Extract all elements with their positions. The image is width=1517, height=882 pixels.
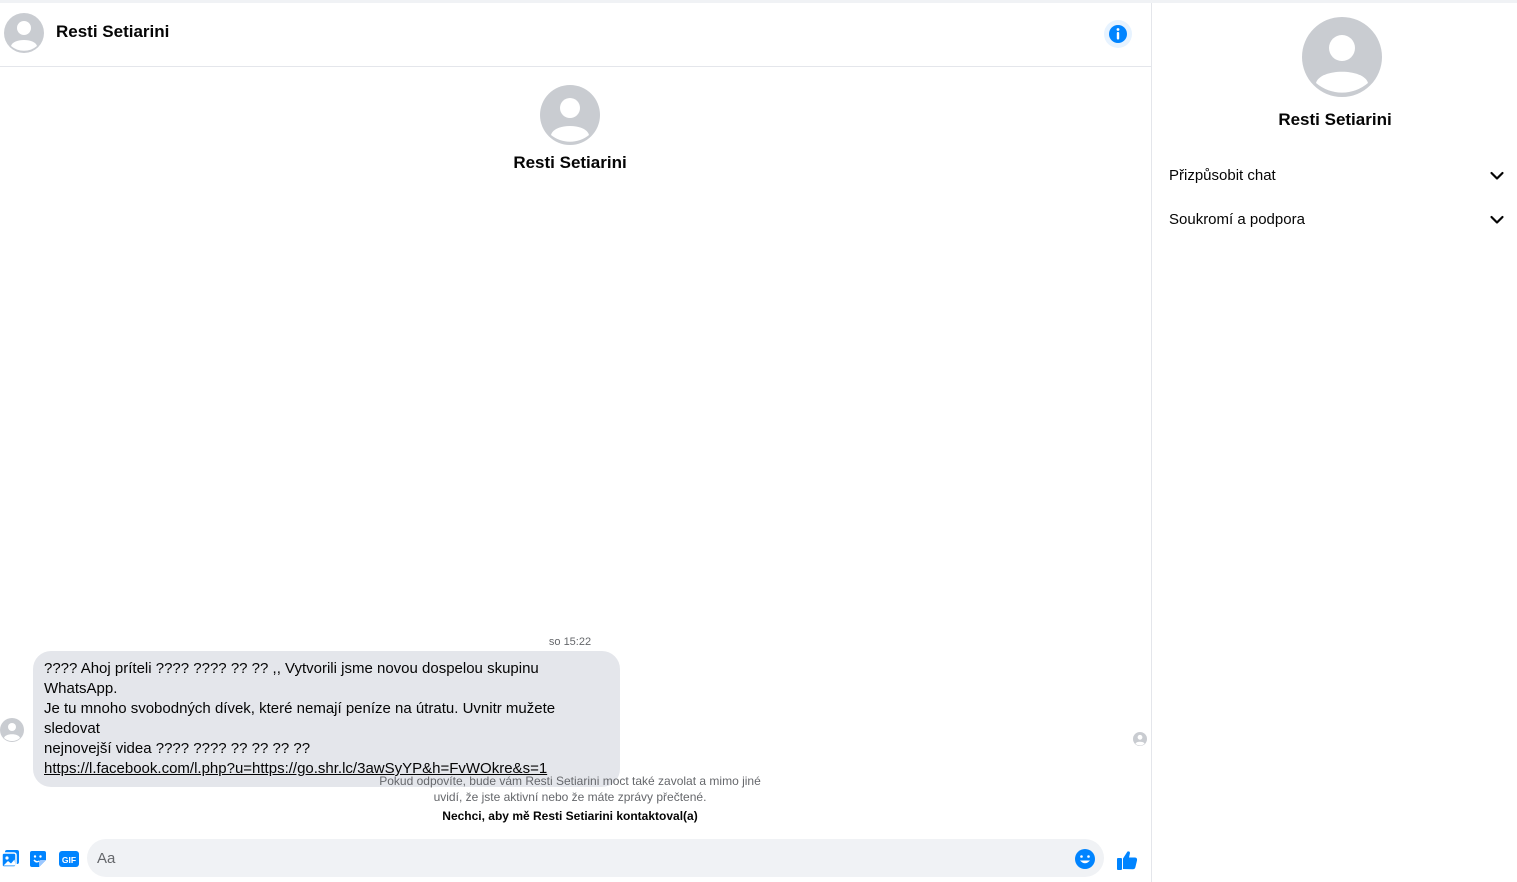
chevron-down-icon xyxy=(1490,215,1504,224)
block-contact-link[interactable]: Nechci, aby mě Resti Setiarini kontaktov… xyxy=(320,809,820,823)
like-icon[interactable] xyxy=(1115,848,1139,872)
chat-header: Resti Setiarini xyxy=(0,3,1151,67)
sticker-icon xyxy=(30,851,46,867)
message-text-line: ???? Ahoj príteli ???? ???? ?? ?? ,, Vyt… xyxy=(44,660,539,697)
conversation-profile: Resti Setiarini xyxy=(470,85,670,173)
sticker-button[interactable] xyxy=(27,848,49,870)
message-input-wrapper xyxy=(87,839,1104,877)
message-timestamp: so 15:22 xyxy=(548,636,592,648)
profile-name: Resti Setiarini xyxy=(513,153,627,172)
info-panel-name: Resti Setiarini xyxy=(1278,110,1392,129)
reply-notice-line: Pokud odpovíte, bude vám Resti Setiarini… xyxy=(379,774,761,788)
conversation-info-panel: Resti Setiarini Přizpůsobit chat Soukrom… xyxy=(1151,3,1517,882)
sidebar-item-customize-chat[interactable]: Přizpůsobit chat xyxy=(1152,154,1517,198)
header-contact-name[interactable]: Resti Setiarini xyxy=(56,22,169,42)
message-input[interactable] xyxy=(97,839,1057,877)
profile-avatar[interactable] xyxy=(540,85,600,145)
info-icon xyxy=(1109,25,1127,43)
sidebar-item-privacy-support[interactable]: Soukromí a podpora xyxy=(1152,198,1517,242)
info-panel-avatar[interactable] xyxy=(1302,17,1382,97)
reply-notice-line: uvidí, že jste aktivní nebo že máte zprá… xyxy=(433,790,707,804)
gif-button[interactable]: GIF xyxy=(58,848,80,870)
chevron-down-icon xyxy=(1490,171,1504,180)
composer: GIF xyxy=(0,836,1151,882)
gif-label: GIF xyxy=(62,855,76,865)
sidebar-item-label: Přizpůsobit chat xyxy=(1169,167,1276,184)
reply-notice: Pokud odpovíte, bude vám Resti Setiarini… xyxy=(320,773,820,805)
attach-image-button[interactable] xyxy=(0,848,22,870)
message-text-line: nejnovejší videa ???? ???? ?? ?? ?? ?? xyxy=(44,740,311,757)
header-avatar[interactable] xyxy=(4,13,44,53)
chat-panel: Resti Setiarini Resti Setiarini so 15:22… xyxy=(0,3,1151,882)
sender-avatar[interactable] xyxy=(0,718,24,742)
gif-icon: GIF xyxy=(59,851,79,867)
message-text-line: Je tu mnoho svobodných dívek, které nema… xyxy=(44,700,556,737)
info-button[interactable] xyxy=(1104,20,1132,48)
seen-indicator-avatar xyxy=(1133,732,1147,746)
message-bubble[interactable]: ???? Ahoj príteli ???? ???? ?? ?? ,, Vyt… xyxy=(33,651,620,787)
emoji-icon[interactable] xyxy=(1074,848,1096,870)
sidebar-item-label: Soukromí a podpora xyxy=(1169,211,1305,228)
image-icon xyxy=(1,850,19,868)
